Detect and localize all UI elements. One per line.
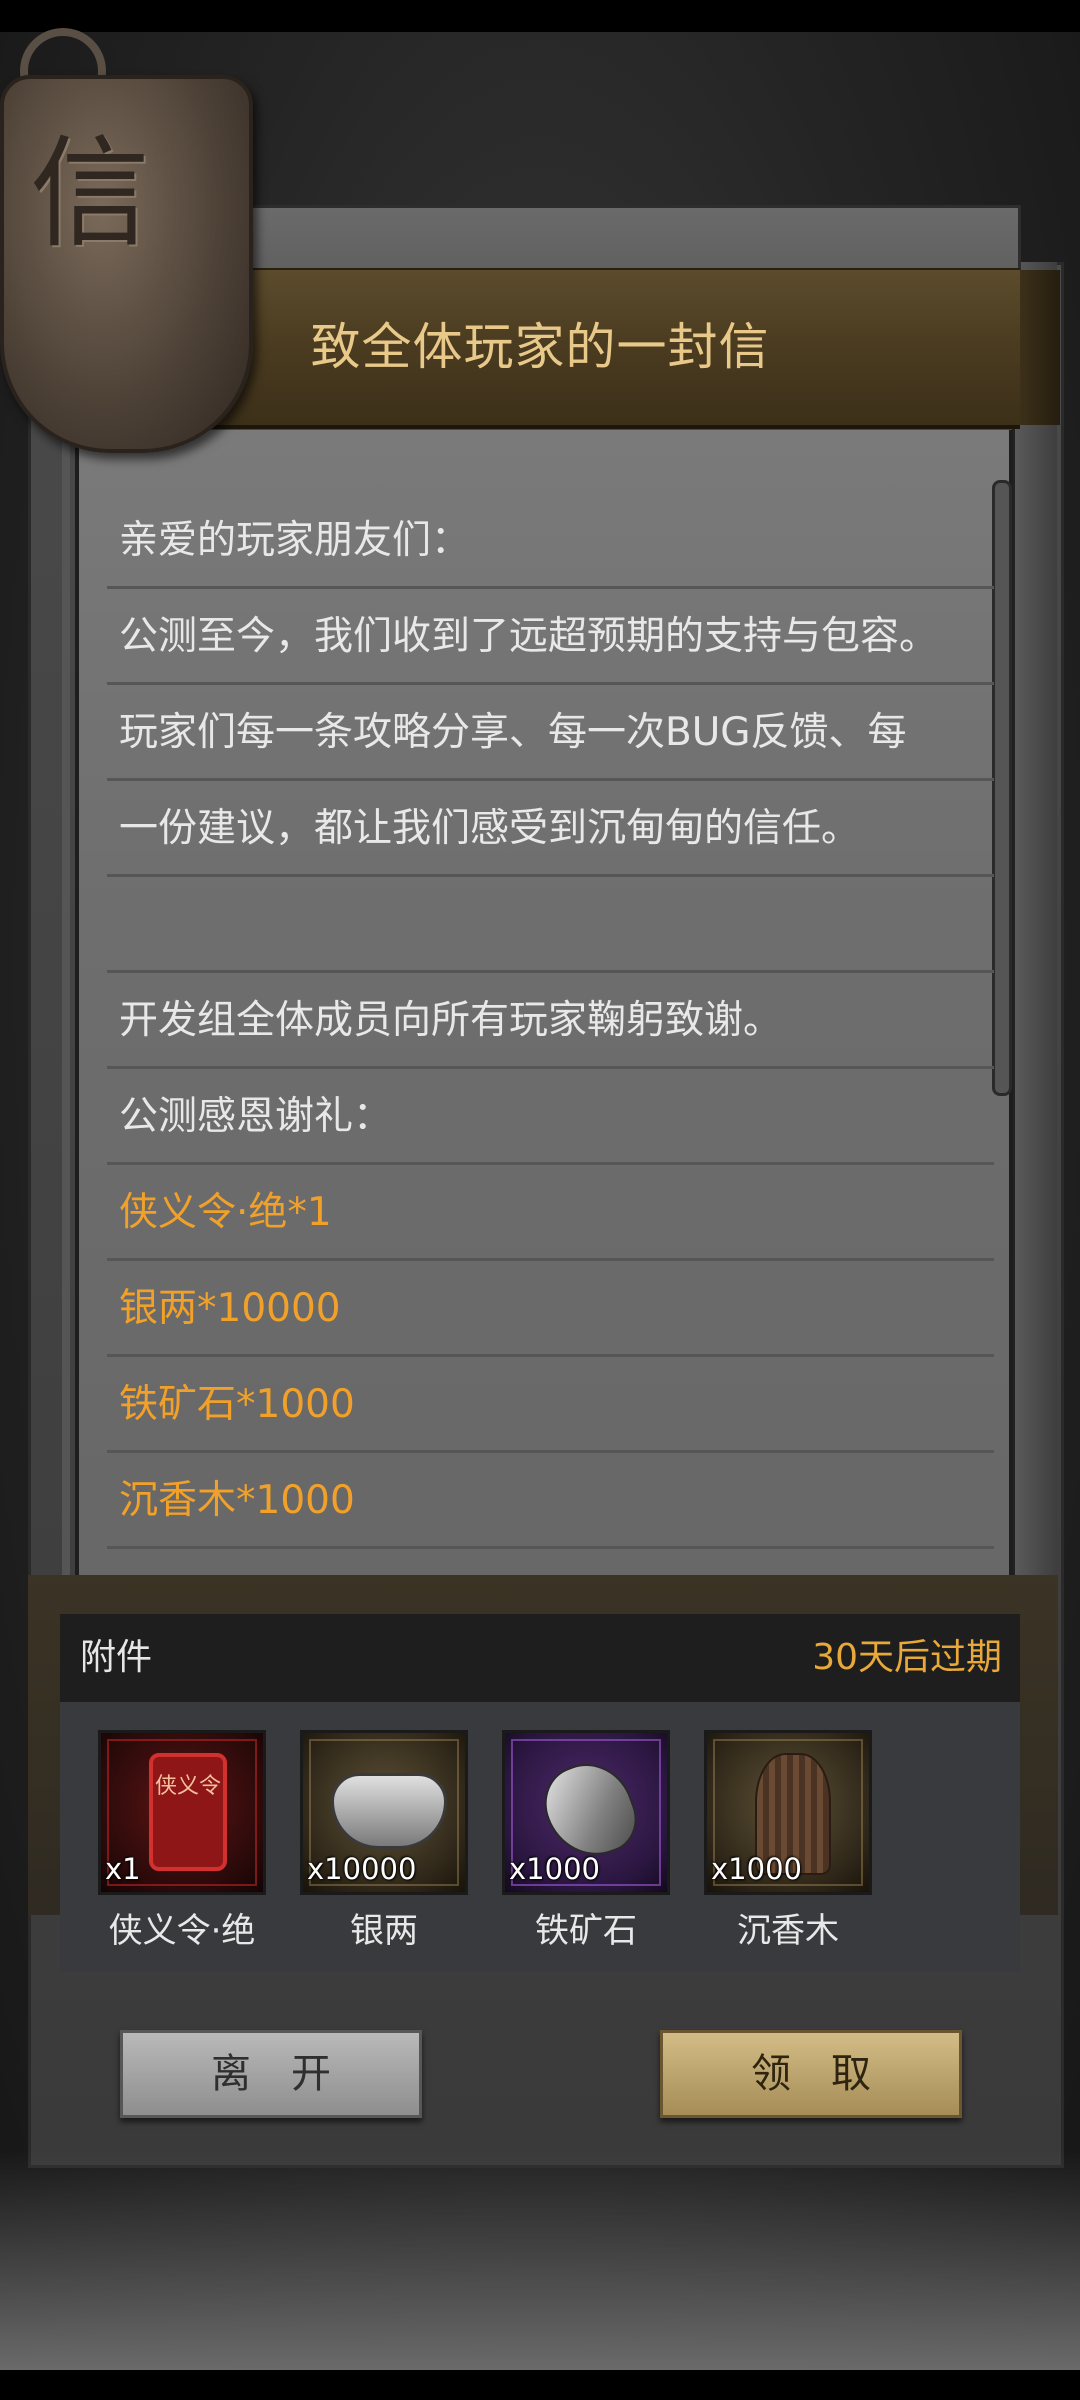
item-name: 沉香木 — [737, 1911, 839, 1951]
letter-line: 玩家们每一条攻略分享、每一次BUG反馈、每 — [107, 685, 994, 781]
attachment-expire: 30天后过期 — [812, 1637, 1002, 1678]
letter-line — [107, 877, 994, 973]
item-count: x1000 — [509, 1852, 600, 1886]
token-text: 侠义令 — [154, 1774, 221, 1799]
reward-line: 侠义令·绝*1 — [107, 1165, 994, 1261]
emblem-char: 信 — [30, 125, 150, 264]
bottom-fade — [0, 2150, 1080, 2370]
letter-line: 公测感恩谢礼： — [107, 1069, 994, 1165]
item-name: 银两 — [350, 1911, 418, 1951]
letter-line: 一份建议，都让我们感受到沉甸甸的信任。 — [107, 781, 994, 877]
item-count: x1 — [105, 1852, 141, 1886]
attachment-item[interactable]: x1000 — [502, 1730, 670, 1895]
leave-button[interactable]: 离开 — [120, 2030, 422, 2118]
attachment-title: 附件 — [80, 1637, 153, 1678]
claim-button[interactable]: 领取 — [660, 2030, 962, 2118]
reward-line: 铁矿石*1000 — [107, 1357, 994, 1453]
item-count: x1000 — [711, 1852, 802, 1886]
attachment-item[interactable]: 侠义令 x1 — [98, 1730, 266, 1895]
attachment-item[interactable]: x10000 — [300, 1730, 468, 1895]
mail-screen: 亲爱的玩家朋友们： 公测至今，我们收到了远超预期的支持与包容。 玩家们每一条攻略… — [0, 0, 1080, 2400]
item-name: 侠义令·绝 — [108, 1911, 256, 1951]
xiayi-token-icon — [149, 1753, 227, 1871]
item-name: 铁矿石 — [535, 1911, 637, 1951]
letter-line: 亲爱的玩家朋友们： — [107, 493, 994, 589]
letter-title: 致全体玩家的一封信 — [310, 318, 770, 376]
letter-line: 公测至今，我们收到了远超预期的支持与包容。 — [107, 589, 994, 685]
letter-line: 开发组全体成员向所有玩家鞠躬致谢。 — [107, 973, 994, 1069]
letter-side-frame — [1012, 262, 1057, 1642]
status-bar — [0, 0, 1080, 32]
silver-ingot-icon — [331, 1773, 447, 1849]
navigation-bar — [0, 2370, 1080, 2400]
item-count: x10000 — [307, 1852, 417, 1886]
reward-line: 沉香木*1000 — [107, 1453, 994, 1549]
attachment-item[interactable]: x1000 — [704, 1730, 872, 1895]
reward-line: 银两*10000 — [107, 1261, 994, 1357]
letter-scrollbar[interactable] — [992, 480, 1012, 1096]
letter-edge — [62, 430, 70, 1620]
